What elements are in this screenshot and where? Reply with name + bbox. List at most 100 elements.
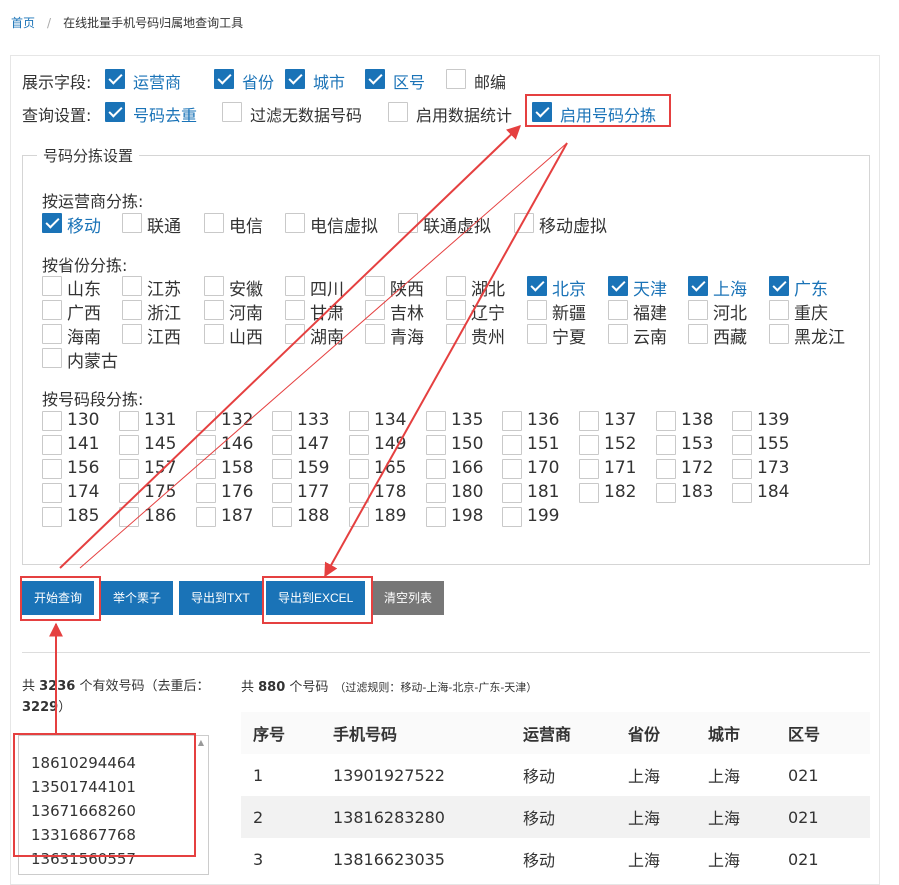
checkbox-unchecked-icon[interactable] (222, 102, 242, 122)
checkbox-unchecked-icon[interactable] (204, 324, 224, 344)
checkbox-unchecked-icon[interactable] (656, 459, 676, 479)
checkbox-unchecked-icon[interactable] (426, 411, 446, 431)
checkbox-unchecked-icon[interactable] (514, 213, 534, 233)
checkbox-unchecked-icon[interactable] (656, 411, 676, 431)
checkbox-unchecked-icon[interactable] (446, 300, 466, 320)
checkbox-unchecked-icon[interactable] (272, 507, 292, 527)
checkbox-unchecked-icon[interactable] (502, 411, 522, 431)
checkbox-checked-icon[interactable] (105, 102, 125, 122)
checkbox-unchecked-icon[interactable] (285, 300, 305, 320)
checkbox-unchecked-icon[interactable] (285, 324, 305, 344)
checkbox-unchecked-icon[interactable] (446, 69, 466, 89)
checkbox-unchecked-icon[interactable] (688, 300, 708, 320)
checkbox-unchecked-icon[interactable] (285, 213, 305, 233)
checkbox-unchecked-icon[interactable] (42, 435, 62, 455)
export-txt-button[interactable]: 导出到TXT (179, 581, 262, 615)
checkbox-checked-icon[interactable] (365, 69, 385, 89)
checkbox-unchecked-icon[interactable] (688, 324, 708, 344)
checkbox-unchecked-icon[interactable] (42, 348, 62, 368)
checkbox-unchecked-icon[interactable] (446, 324, 466, 344)
checkbox-unchecked-icon[interactable] (42, 276, 62, 296)
scroll-up-arrow-icon[interactable]: ▲ (196, 738, 206, 748)
checkbox-unchecked-icon[interactable] (579, 435, 599, 455)
checkbox-unchecked-icon[interactable] (769, 324, 789, 344)
checkbox-unchecked-icon[interactable] (349, 507, 369, 527)
checkbox-unchecked-icon[interactable] (365, 300, 385, 320)
checkbox-unchecked-icon[interactable] (122, 276, 142, 296)
checkbox-unchecked-icon[interactable] (42, 483, 62, 503)
checkbox-checked-icon[interactable] (769, 276, 789, 296)
checkbox-unchecked-icon[interactable] (285, 276, 305, 296)
checkbox-unchecked-icon[interactable] (122, 300, 142, 320)
checkbox-unchecked-icon[interactable] (196, 483, 216, 503)
checkbox-unchecked-icon[interactable] (272, 411, 292, 431)
checkbox-unchecked-icon[interactable] (119, 411, 139, 431)
checkbox-unchecked-icon[interactable] (196, 435, 216, 455)
checkbox-unchecked-icon[interactable] (349, 459, 369, 479)
checkbox-unchecked-icon[interactable] (196, 507, 216, 527)
checkbox-unchecked-icon[interactable] (398, 213, 418, 233)
checkbox-unchecked-icon[interactable] (426, 507, 446, 527)
checkbox-unchecked-icon[interactable] (732, 411, 752, 431)
checkbox-unchecked-icon[interactable] (388, 102, 408, 122)
checkbox-unchecked-icon[interactable] (426, 435, 446, 455)
checkbox-unchecked-icon[interactable] (579, 483, 599, 503)
breadcrumb-home[interactable]: 首页 (11, 16, 35, 30)
checkbox-unchecked-icon[interactable] (732, 459, 752, 479)
checkbox-unchecked-icon[interactable] (527, 300, 547, 320)
checkbox-unchecked-icon[interactable] (122, 213, 142, 233)
checkbox-unchecked-icon[interactable] (769, 300, 789, 320)
checkbox-unchecked-icon[interactable] (119, 507, 139, 527)
checkbox-unchecked-icon[interactable] (42, 300, 62, 320)
checkbox-unchecked-icon[interactable] (365, 276, 385, 296)
checkbox-unchecked-icon[interactable] (656, 483, 676, 503)
column-header[interactable]: 序号 (241, 712, 321, 754)
column-header[interactable]: 区号 (776, 712, 870, 754)
checkbox-unchecked-icon[interactable] (42, 411, 62, 431)
checkbox-unchecked-icon[interactable] (196, 459, 216, 479)
checkbox-unchecked-icon[interactable] (732, 483, 752, 503)
column-header[interactable]: 运营商 (511, 712, 616, 754)
checkbox-unchecked-icon[interactable] (365, 324, 385, 344)
checkbox-unchecked-icon[interactable] (119, 459, 139, 479)
checkbox-unchecked-icon[interactable] (349, 411, 369, 431)
column-header[interactable]: 手机号码 (321, 712, 511, 754)
checkbox-unchecked-icon[interactable] (272, 483, 292, 503)
clear-list-button[interactable]: 清空列表 (372, 581, 445, 615)
checkbox-unchecked-icon[interactable] (608, 324, 628, 344)
checkbox-unchecked-icon[interactable] (196, 411, 216, 431)
checkbox-checked-icon[interactable] (608, 276, 628, 296)
example-button[interactable]: 举个栗子 (101, 581, 174, 615)
checkbox-unchecked-icon[interactable] (579, 459, 599, 479)
checkbox-unchecked-icon[interactable] (122, 324, 142, 344)
checkbox-unchecked-icon[interactable] (42, 324, 62, 344)
checkbox-checked-icon[interactable] (105, 69, 125, 89)
checkbox-unchecked-icon[interactable] (579, 411, 599, 431)
checkbox-unchecked-icon[interactable] (204, 276, 224, 296)
checkbox-unchecked-icon[interactable] (119, 435, 139, 455)
checkbox-unchecked-icon[interactable] (349, 483, 369, 503)
checkbox-checked-icon[interactable] (42, 213, 62, 233)
checkbox-unchecked-icon[interactable] (272, 459, 292, 479)
checkbox-unchecked-icon[interactable] (446, 276, 466, 296)
checkbox-checked-icon[interactable] (527, 276, 547, 296)
checkbox-unchecked-icon[interactable] (656, 435, 676, 455)
checkbox-unchecked-icon[interactable] (42, 459, 62, 479)
checkbox-unchecked-icon[interactable] (272, 435, 292, 455)
checkbox-unchecked-icon[interactable] (502, 507, 522, 527)
checkbox-unchecked-icon[interactable] (502, 459, 522, 479)
checkbox-unchecked-icon[interactable] (204, 300, 224, 320)
column-header[interactable]: 省份 (616, 712, 696, 754)
checkbox-unchecked-icon[interactable] (502, 435, 522, 455)
checkbox-unchecked-icon[interactable] (119, 483, 139, 503)
checkbox-unchecked-icon[interactable] (732, 435, 752, 455)
column-header[interactable]: 城市 (696, 712, 776, 754)
checkbox-unchecked-icon[interactable] (527, 324, 547, 344)
checkbox-checked-icon[interactable] (285, 69, 305, 89)
checkbox-unchecked-icon[interactable] (426, 459, 446, 479)
checkbox-unchecked-icon[interactable] (349, 435, 369, 455)
checkbox-unchecked-icon[interactable] (426, 483, 446, 503)
checkbox-checked-icon[interactable] (688, 276, 708, 296)
checkbox-unchecked-icon[interactable] (42, 507, 62, 527)
checkbox-checked-icon[interactable] (214, 69, 234, 89)
